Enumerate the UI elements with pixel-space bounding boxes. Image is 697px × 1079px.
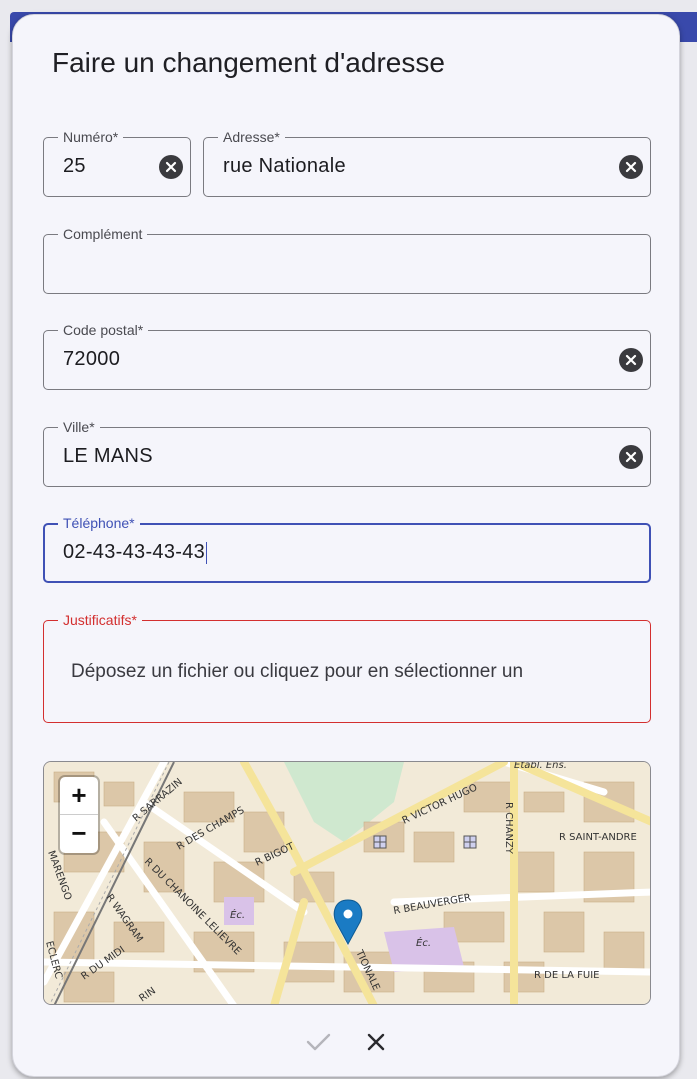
ville-label: Ville* <box>58 418 100 436</box>
adresse-clear-icon[interactable] <box>619 155 643 179</box>
map-label-etabl: Etabl. Ens. <box>514 762 567 771</box>
close-icon <box>367 1033 385 1051</box>
numero-field[interactable]: Numéro* 25 <box>43 128 191 197</box>
ville-value: LE MANS <box>63 445 153 467</box>
numero-label: Numéro* <box>58 128 124 146</box>
complement-field[interactable]: Complément <box>43 225 651 294</box>
telephone-value-wrap: 02-43-43-43-43 <box>63 541 208 564</box>
zoom-out-button[interactable]: − <box>60 815 98 853</box>
zoom-control: + − <box>60 777 98 853</box>
text-caret <box>206 541 208 564</box>
telephone-label: Téléphone* <box>58 514 140 532</box>
map-tiles: R SARRAZIN R DES CHAMPS R BIGOT R VICTOR… <box>44 762 650 1004</box>
adresse-field[interactable]: Adresse* rue Nationale <box>203 128 651 197</box>
dialog-actions <box>13 1027 679 1057</box>
map-label-ecole-2: Éc. <box>416 936 431 949</box>
dialog-title: Faire un changement d'adresse <box>52 47 445 78</box>
ville-clear-icon[interactable] <box>619 445 643 469</box>
ville-field[interactable]: Ville* LE MANS <box>43 418 651 487</box>
justificatifs-label: Justificatifs* <box>58 611 142 629</box>
numero-clear-icon[interactable] <box>159 155 183 179</box>
map-label-ecole-1: Éc. <box>230 908 245 921</box>
code-postal-clear-icon[interactable] <box>619 348 643 372</box>
code-postal-label: Code postal* <box>58 321 149 339</box>
check-icon <box>306 1033 331 1051</box>
map-label-saint-andre: R SAINT-ANDRE <box>559 832 637 843</box>
location-map[interactable]: R SARRAZIN R DES CHAMPS R BIGOT R VICTOR… <box>43 761 651 1005</box>
numero-value: 25 <box>63 155 86 177</box>
code-postal-value: 72000 <box>63 348 121 370</box>
address-change-dialog: Faire un changement d'adresse Numéro* 25… <box>12 14 680 1077</box>
map-label-chanzy: R CHANZY <box>503 802 514 855</box>
dropzone-placeholder: Déposez un fichier ou cliquez pour en sé… <box>71 661 524 682</box>
adresse-label: Adresse* <box>218 128 285 146</box>
zoom-in-button[interactable]: + <box>60 777 98 815</box>
confirm-button[interactable] <box>303 1027 333 1057</box>
code-postal-field[interactable]: Code postal* 72000 <box>43 321 651 390</box>
justificatifs-dropzone[interactable]: Justificatifs* Déposez un fichier ou cli… <box>43 611 651 723</box>
adresse-value: rue Nationale <box>223 155 346 177</box>
telephone-value: 02-43-43-43-43 <box>63 541 206 563</box>
telephone-field[interactable]: Téléphone* 02-43-43-43-43 <box>43 514 651 583</box>
map-label-de-la-fuie: R DE LA FUIE <box>534 970 599 981</box>
cancel-button[interactable] <box>361 1027 391 1057</box>
complement-label: Complément <box>58 225 148 243</box>
